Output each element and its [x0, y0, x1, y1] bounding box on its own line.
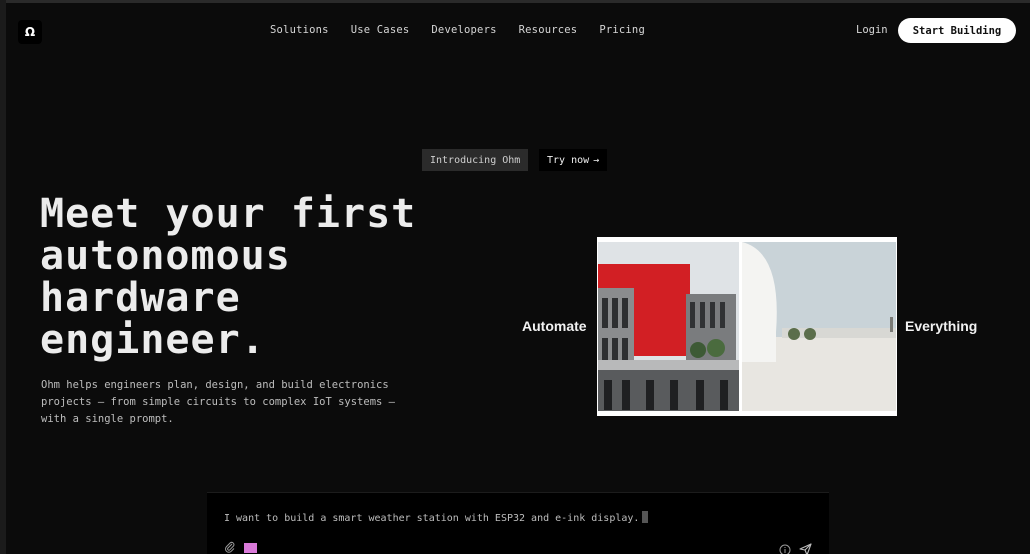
window-frame-top	[0, 0, 1030, 3]
start-building-button[interactable]: Start Building	[898, 18, 1016, 43]
building-photo-right	[742, 242, 896, 411]
nav-pricing[interactable]: Pricing	[599, 24, 645, 36]
login-link[interactable]: Login	[856, 24, 888, 36]
prompt-input-box[interactable]: I want to build a smart weather station …	[207, 492, 829, 554]
send-icon[interactable]	[799, 543, 812, 554]
ohm-logo[interactable]: Ω	[18, 20, 42, 44]
showcase-image-card	[597, 237, 897, 416]
paperclip-icon[interactable]	[224, 541, 236, 553]
showcase-word-right: Everything	[905, 318, 978, 334]
try-now-label: Try now	[547, 154, 590, 166]
try-now-button[interactable]: Try now →	[539, 149, 608, 171]
prompt-text: I want to build a smart weather station …	[224, 513, 640, 524]
showcase-word-left: Automate	[522, 318, 587, 334]
nav-developers[interactable]: Developers	[431, 24, 496, 36]
window-frame-left	[0, 0, 6, 554]
main-nav: Solutions Use Cases Developers Resources…	[270, 24, 645, 36]
nav-solutions[interactable]: Solutions	[270, 24, 329, 36]
arrow-right-icon: →	[593, 154, 600, 166]
introducing-badge: Introducing Ohm	[422, 149, 529, 171]
text-cursor	[642, 511, 649, 523]
hero-description: Ohm helps engineers plan, design, and bu…	[41, 379, 396, 425]
attachment-chip[interactable]	[244, 543, 257, 553]
nav-use-cases[interactable]: Use Cases	[351, 24, 410, 36]
info-icon[interactable]	[779, 544, 791, 554]
prompt-input[interactable]: I want to build a smart weather station …	[224, 511, 649, 524]
hero-title: Meet your first autonomous hardware engi…	[40, 191, 417, 363]
nav-resources[interactable]: Resources	[519, 24, 578, 36]
building-photo-left	[598, 242, 739, 411]
